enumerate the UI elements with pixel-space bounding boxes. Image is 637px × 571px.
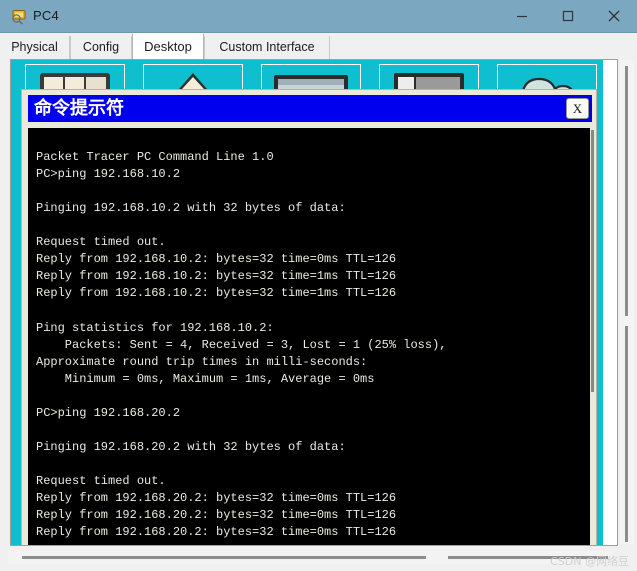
tab-physical[interactable]: Physical (0, 36, 70, 59)
maximize-icon (562, 10, 574, 22)
command-prompt-title-bar: 命令提示符 X (28, 95, 592, 122)
terminal-output-area[interactable]: Packet Tracer PC Command Line 1.0 PC>pin… (28, 128, 592, 545)
command-prompt-dialog: 命令提示符 X Packet Tracer PC Command Line 1.… (21, 89, 597, 545)
desktop-panel: 命令提示符 X Packet Tracer PC Command Line 1.… (10, 59, 618, 546)
terminal-vertical-scrollbar[interactable] (590, 128, 596, 545)
panel-vertical-scrollbar-thumb-lower[interactable] (625, 326, 628, 542)
minimize-button[interactable] (499, 0, 545, 32)
terminal-output-text: Packet Tracer PC Command Line 1.0 PC>pin… (36, 150, 447, 540)
panel-vertical-scrollbar-thumb[interactable] (625, 66, 628, 316)
command-prompt-close-button[interactable]: X (566, 98, 589, 119)
window-title-bar: PC4 (0, 0, 637, 33)
tab-bar: Physical Config Desktop Custom Interface (0, 33, 637, 59)
window-title: PC4 (33, 8, 59, 23)
packet-tracer-pc-icon (12, 10, 26, 25)
panel-horizontal-scrollbar[interactable] (8, 551, 612, 564)
tab-custom-interface[interactable]: Custom Interface (204, 36, 330, 59)
maximize-button[interactable] (545, 0, 591, 32)
panel-horizontal-scrollbar-thumb[interactable] (22, 556, 426, 559)
terminal-scrollbar-thumb[interactable] (591, 130, 594, 392)
minimize-icon (517, 15, 527, 18)
tab-desktop[interactable]: Desktop (132, 33, 204, 59)
close-button[interactable] (591, 0, 637, 32)
panel-vertical-scrollbar[interactable] (620, 60, 634, 544)
watermark: CSDN @网络豆 (550, 555, 629, 568)
close-icon (608, 10, 620, 22)
pc-device-window: PC4 Physical Config Desktop Custom Inter… (0, 0, 637, 571)
tab-config[interactable]: Config (70, 36, 132, 59)
command-prompt-title: 命令提示符 (34, 98, 124, 119)
